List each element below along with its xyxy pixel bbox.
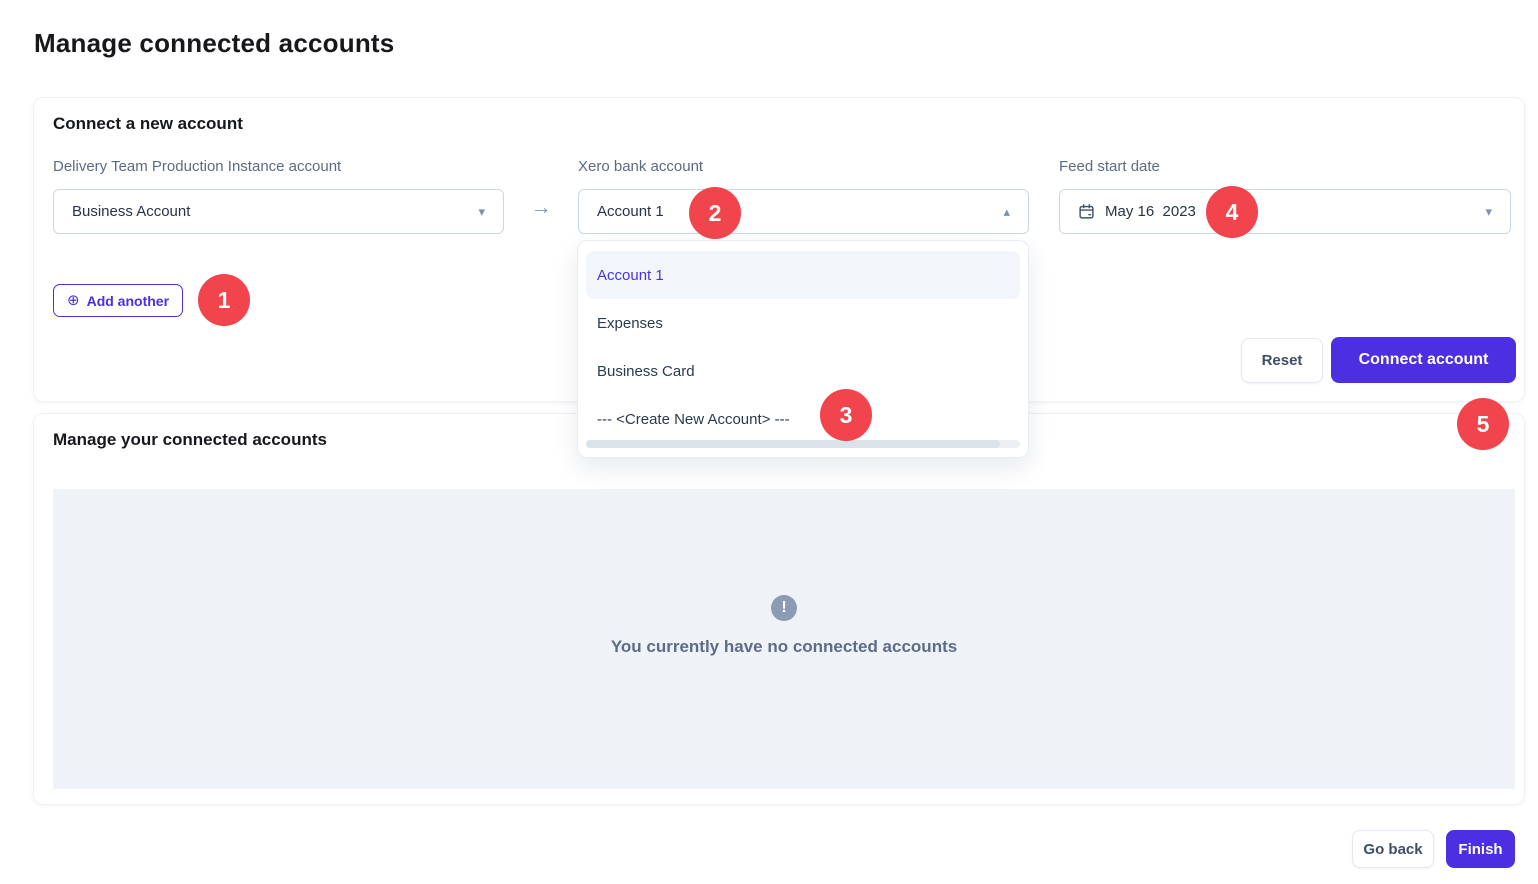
empty-state-panel: ! You currently have no connected accoun… — [53, 489, 1515, 789]
chevron-up-icon: ▴ — [1003, 205, 1010, 218]
xero-account-select[interactable]: Account 1 ▴ — [578, 189, 1029, 234]
xero-account-value: Account 1 — [597, 203, 664, 220]
dropdown-horizontal-scrollbar[interactable] — [586, 440, 1020, 448]
xero-account-dropdown: Account 1 Expenses Business Card --- <Cr… — [577, 240, 1029, 458]
annotation-badge-3: 3 — [820, 389, 872, 441]
calendar-icon — [1078, 203, 1095, 220]
plus-circle-icon: ⊕ — [67, 293, 80, 308]
empty-state-message: You currently have no connected accounts — [611, 637, 957, 657]
source-account-label: Delivery Team Production Instance accoun… — [53, 158, 504, 176]
source-account-select[interactable]: Business Account ▾ — [53, 189, 504, 234]
add-another-label: Add another — [87, 293, 169, 309]
reset-button[interactable]: Reset — [1241, 338, 1323, 383]
scrollbar-thumb[interactable] — [586, 440, 1000, 448]
feed-start-date-picker[interactable]: May 16 2023 ▾ — [1059, 189, 1511, 234]
manage-card-heading: Manage your connected accounts — [53, 430, 327, 450]
feed-start-date-value: May 16 2023 — [1105, 203, 1196, 220]
chevron-down-icon: ▾ — [478, 205, 485, 218]
source-account-value: Business Account — [72, 203, 190, 220]
source-account-field-group: Delivery Team Production Instance accoun… — [53, 158, 504, 234]
arrow-right-icon: → — [526, 196, 556, 220]
chevron-down-icon: ▾ — [1485, 205, 1492, 218]
dropdown-option-create-new-account[interactable]: --- <Create New Account> --- — [586, 395, 1020, 443]
dropdown-option-expenses[interactable]: Expenses — [586, 299, 1020, 347]
connect-account-button[interactable]: Connect account — [1331, 337, 1516, 383]
feed-start-date-label: Feed start date — [1059, 158, 1511, 176]
finish-button[interactable]: Finish — [1446, 830, 1515, 868]
xero-account-label: Xero bank account — [578, 158, 1029, 176]
add-another-button[interactable]: ⊕ Add another — [53, 284, 183, 317]
page-title: Manage connected accounts — [34, 28, 394, 59]
annotation-badge-2: 2 — [689, 187, 741, 239]
feed-start-date-field-group: Feed start date May 16 2023 ▾ — [1059, 158, 1511, 234]
annotation-badge-4: 4 — [1206, 186, 1258, 238]
annotation-badge-1: 1 — [198, 274, 250, 326]
annotation-badge-5: 5 — [1457, 398, 1509, 450]
connect-card-heading: Connect a new account — [53, 114, 243, 134]
dropdown-option-business-card[interactable]: Business Card — [586, 347, 1020, 395]
xero-account-field-group: Xero bank account Account 1 ▴ — [578, 158, 1029, 234]
alert-circle-icon: ! — [771, 595, 797, 621]
go-back-button[interactable]: Go back — [1352, 830, 1434, 868]
dropdown-option-account-1[interactable]: Account 1 — [586, 251, 1020, 299]
manage-accounts-card: Manage your connected accounts ! You cur… — [33, 413, 1525, 805]
